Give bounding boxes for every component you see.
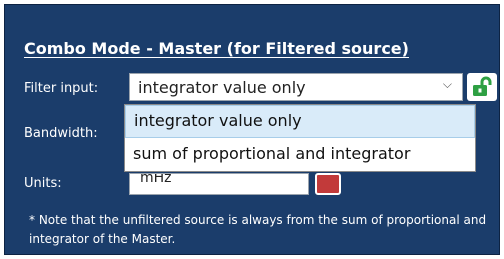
bandwidth-label: Bandwidth: xyxy=(24,126,98,141)
note-text: * Note that the unfiltered source is alw… xyxy=(29,213,487,246)
dropdown-option-integrator[interactable]: integrator value only xyxy=(125,105,475,138)
filter-input-label: Filter input: xyxy=(24,81,99,96)
dropdown-option-sum[interactable]: sum of proportional and integrator xyxy=(125,139,475,172)
units-button[interactable] xyxy=(315,173,341,195)
chevron-down-icon: ⌵ xyxy=(442,77,452,91)
filter-input-dropdown: integrator value only sum of proportiona… xyxy=(124,104,476,172)
units-label: Units: xyxy=(24,176,62,191)
filter-input-select[interactable]: integrator value only ⌵ xyxy=(129,73,463,101)
units-value: mHz xyxy=(140,173,172,186)
lock-button[interactable] xyxy=(467,73,497,101)
filter-input-value: integrator value only xyxy=(138,78,306,97)
panel-title: Combo Mode - Master (for Filtered source… xyxy=(24,39,409,58)
units-field[interactable]: mHz xyxy=(129,173,309,195)
unlock-icon xyxy=(473,76,492,96)
